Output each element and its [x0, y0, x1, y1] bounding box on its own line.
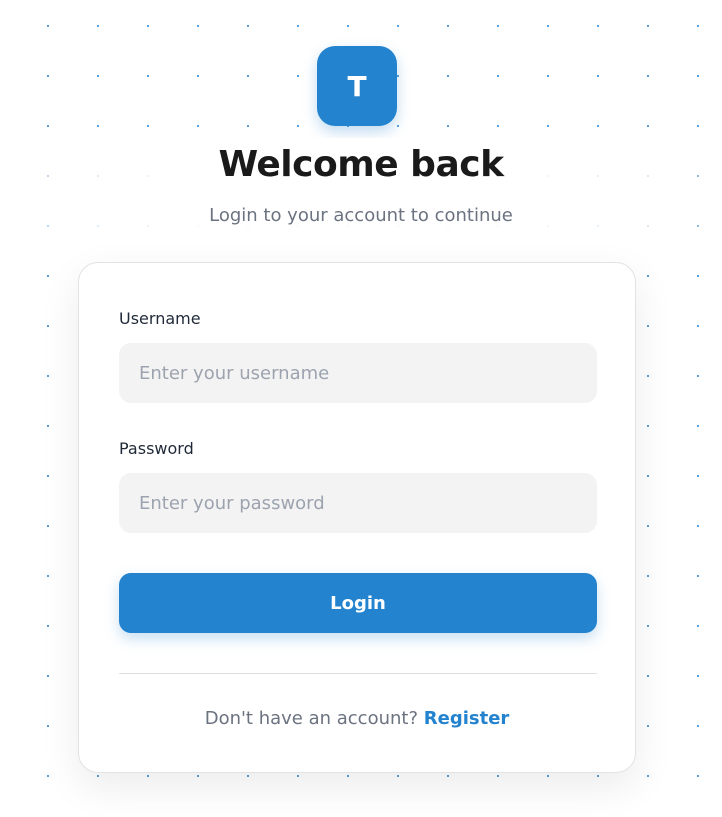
page-subtitle: Login to your account to continue	[209, 205, 513, 226]
page-header: Welcome back Login to your account to co…	[0, 138, 722, 238]
login-card: Username Password Login Don't have an ac…	[78, 262, 636, 773]
app-logo: T	[317, 46, 397, 126]
username-input[interactable]	[119, 343, 597, 403]
username-label: Username	[119, 309, 201, 328]
register-link[interactable]: Register	[424, 708, 510, 729]
register-prompt-text: Don't have an account?	[204, 708, 419, 729]
page-title: Welcome back	[218, 144, 504, 185]
password-label: Password	[119, 439, 194, 458]
password-input[interactable]	[119, 473, 597, 533]
divider	[119, 673, 597, 674]
app-logo-letter: T	[347, 69, 367, 103]
login-button[interactable]: Login	[119, 573, 597, 633]
register-prompt: Don't have an account? Register	[79, 708, 635, 729]
login-page: T Welcome back Login to your account to …	[0, 0, 722, 817]
